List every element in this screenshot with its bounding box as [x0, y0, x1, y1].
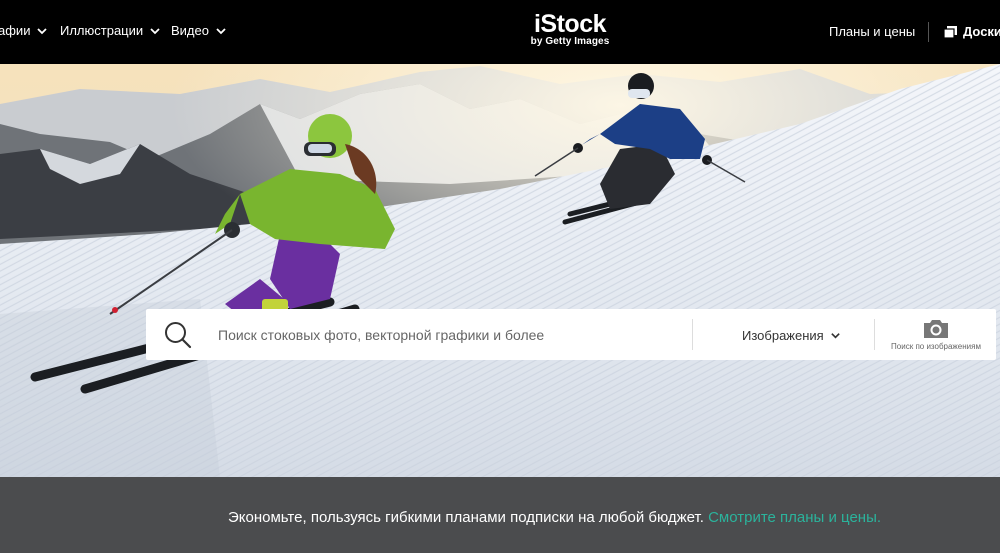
media-type-label: Изображения — [742, 328, 824, 343]
promo-plans-link[interactable]: Смотрите планы и цены. — [708, 509, 881, 526]
nav-video[interactable]: Видео — [171, 23, 227, 38]
search-divider — [874, 319, 875, 350]
search-input[interactable] — [218, 317, 828, 352]
visual-search-button[interactable]: Поиск по изображениям — [881, 317, 991, 355]
hero-image: Изображения Поиск по изображениям — [0, 64, 1000, 477]
promo-text: Экономьте, пользуясь гибкими планами под… — [228, 509, 704, 526]
search-icon[interactable] — [164, 321, 192, 349]
search-divider — [692, 319, 693, 350]
chevron-down-icon — [216, 27, 226, 34]
nav-photos[interactable]: афии — [0, 23, 48, 38]
promo-line: Экономьте, пользуясь гибкими планами под… — [0, 509, 1000, 526]
camera-icon — [924, 320, 948, 338]
media-type-select[interactable]: Изображения — [742, 328, 841, 343]
visual-search-label: Поиск по изображениям — [891, 342, 981, 351]
boards-icon — [944, 25, 957, 38]
logo-brand: iStock — [533, 10, 607, 38]
chevron-down-icon — [37, 27, 48, 34]
logo-tagline: by Getty Images — [530, 36, 610, 47]
nav-video-label: Видео — [171, 23, 209, 38]
nav-boards[interactable]: Доски — [944, 24, 1000, 39]
hero-scene — [0, 64, 1000, 477]
nav-photos-label: афии — [0, 23, 31, 38]
nav-illustrations-label: Иллюстрации — [60, 23, 144, 38]
nav-plans-pricing[interactable]: Планы и цены — [829, 24, 915, 39]
nav-divider — [928, 22, 929, 42]
promo-banner: Экономьте, пользуясь гибкими планами под… — [0, 477, 1000, 553]
nav-illustrations[interactable]: Иллюстрации — [60, 23, 161, 38]
nav-boards-label: Доски — [963, 24, 1000, 39]
top-nav-bar: афии Иллюстрации Видео iStock by Getty I… — [0, 0, 1000, 64]
search-bar: Изображения Поиск по изображениям — [146, 309, 996, 360]
chevron-down-icon — [150, 27, 160, 34]
istock-logo[interactable]: iStock by Getty Images — [520, 10, 620, 48]
chevron-down-icon — [830, 333, 840, 339]
